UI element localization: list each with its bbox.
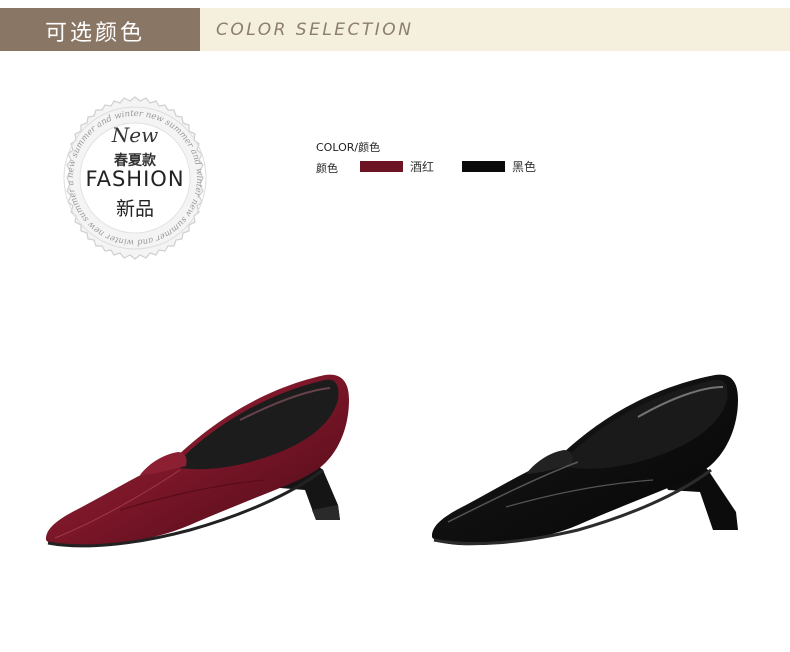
- header-title-cn: 可选颜色: [45, 21, 146, 46]
- wine-red-shoe-image: [45, 374, 349, 548]
- black-label: 黑色: [512, 160, 537, 174]
- badge-new-product-text: 新品: [115, 198, 154, 220]
- header-title-en: COLOR SELECTION: [216, 20, 414, 40]
- wine-red-swatch[interactable]: [360, 161, 403, 172]
- header-cn-block: 可选颜色: [0, 8, 200, 51]
- badge-new-text: New: [111, 123, 159, 147]
- badge-fashion-text: FASHION: [85, 167, 185, 191]
- black-swatch[interactable]: [462, 161, 505, 172]
- section-header: 可选颜色 COLOR SELECTION: [0, 8, 790, 51]
- color-title: COLOR/颜色: [316, 141, 381, 154]
- new-fashion-badge: new summer and winter new summer and win…: [48, 88, 218, 261]
- color-label: 颜色: [316, 162, 338, 175]
- header-en-block: COLOR SELECTION: [200, 8, 790, 51]
- wine-red-label: 酒红: [410, 160, 435, 174]
- black-shoe-image: [431, 374, 738, 546]
